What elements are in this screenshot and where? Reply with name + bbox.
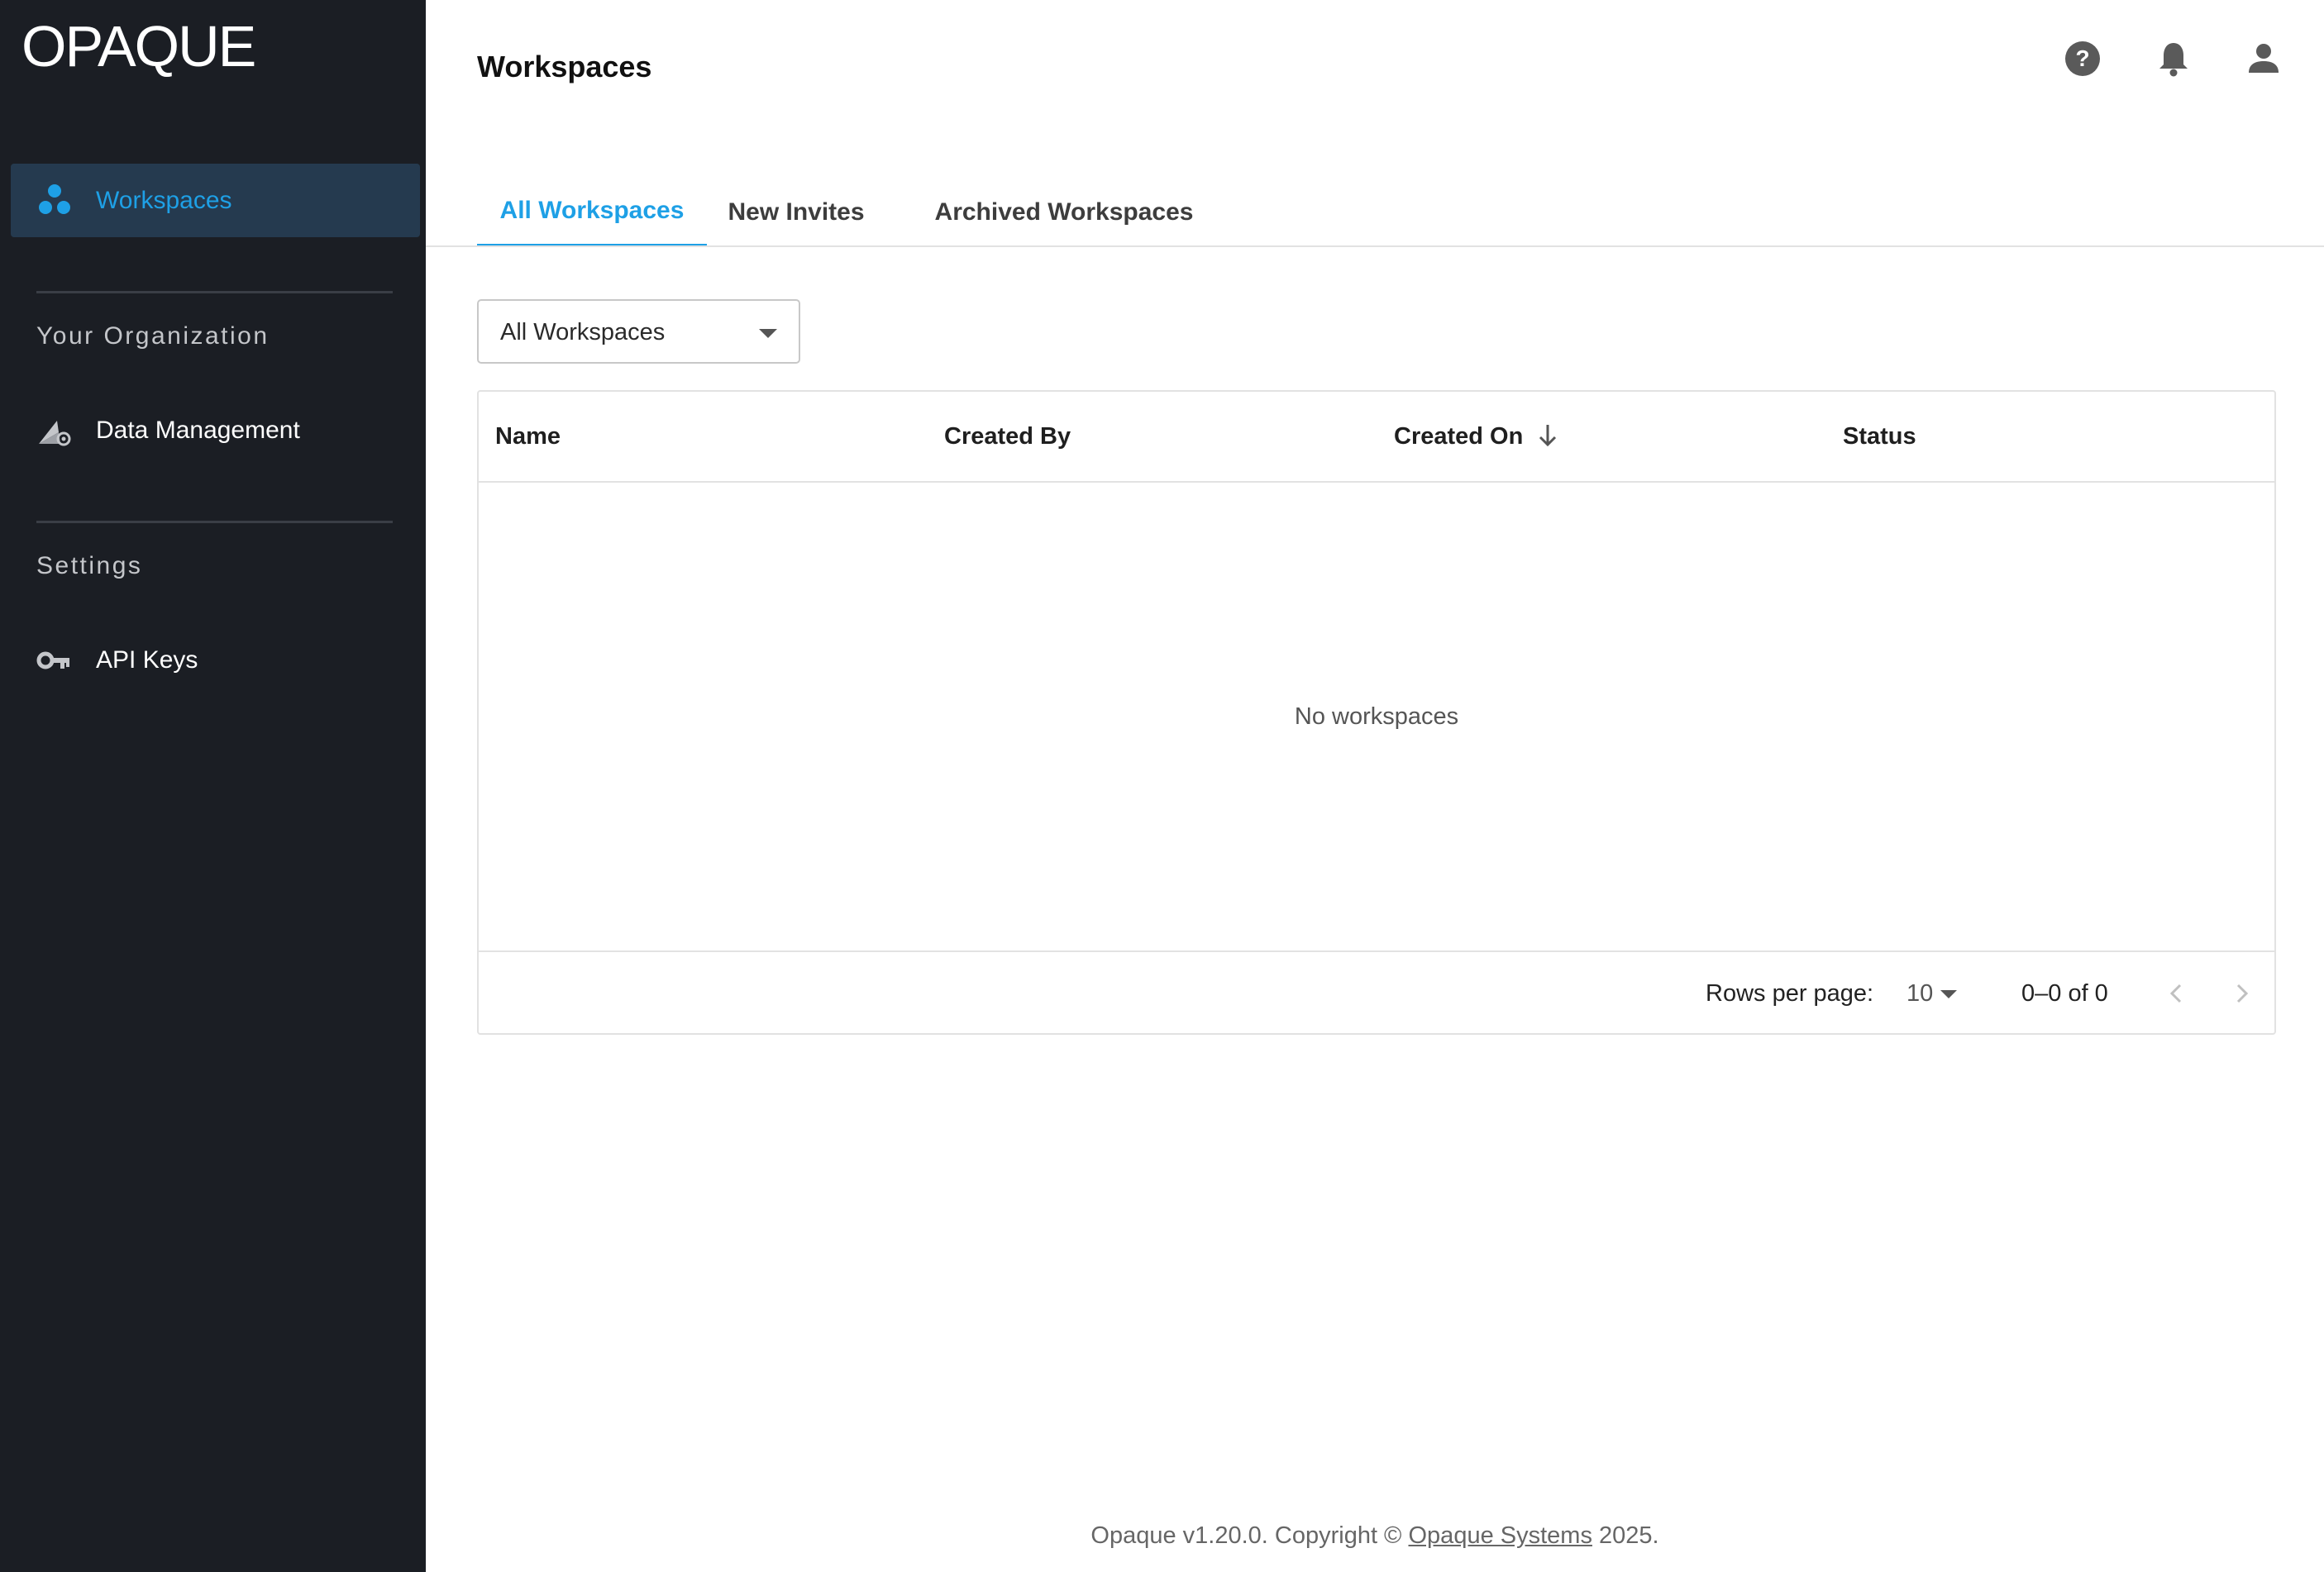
rows-per-page-select[interactable]: 10: [1906, 980, 1933, 1008]
sidebar-item-api-keys[interactable]: API Keys: [11, 627, 420, 693]
bell-icon[interactable]: [2155, 40, 2193, 78]
column-header-name[interactable]: Name: [495, 423, 561, 450]
select-value: All Workspaces: [500, 319, 666, 345]
dropdown-arrow-icon[interactable]: [1940, 990, 1957, 998]
page-footer: Opaque v1.20.0. Copyright © Opaque Syste…: [426, 1522, 2324, 1550]
data-management-icon: [39, 421, 71, 446]
tab-archived-workspaces[interactable]: Archived Workspaces: [923, 178, 1205, 247]
sidebar-item-label: Workspaces: [96, 186, 232, 214]
svg-text:?: ?: [2075, 45, 2089, 71]
section-title-settings: Settings: [36, 552, 143, 579]
opaque-systems-link[interactable]: Opaque Systems: [1409, 1522, 1592, 1549]
sidebar-divider: [36, 521, 393, 523]
user-icon[interactable]: [2245, 40, 2283, 78]
pagination-range: 0–0 of 0: [2021, 980, 2108, 1007]
workspace-filter-select[interactable]: All Workspaces: [477, 299, 800, 364]
rows-per-page-label: Rows per page:: [1706, 980, 1874, 1007]
key-icon: [36, 651, 69, 669]
section-title-organization: Your Organization: [36, 322, 270, 350]
help-icon[interactable]: ?: [2064, 40, 2102, 78]
footer-text: Opaque v1.20.0. Copyright ©: [1090, 1522, 1409, 1549]
table-header: Name Created By Created On Status: [479, 392, 2274, 483]
tab-new-invites[interactable]: New Invites: [707, 178, 885, 247]
dropdown-arrow-icon: [759, 329, 777, 338]
sidebar-item-label: Data Management: [96, 417, 300, 444]
column-header-created-by[interactable]: Created By: [944, 423, 1071, 450]
tab-all-workspaces[interactable]: All Workspaces: [477, 178, 707, 247]
workspaces-dots-icon: [39, 184, 70, 214]
sidebar: OPAQUE Workspaces Your Organization Data…: [0, 0, 426, 1572]
opaque-logo[interactable]: OPAQUE: [21, 13, 256, 79]
sidebar-item-label: API Keys: [96, 646, 198, 674]
sort-descending-icon[interactable]: [1535, 422, 1560, 450]
table-pagination: Rows per page: 10 0–0 of 0: [479, 950, 2274, 1035]
page-title: Workspaces: [477, 50, 652, 83]
tabs-divider: [426, 245, 2324, 247]
column-header-created-on[interactable]: Created On: [1394, 423, 1523, 450]
column-header-status[interactable]: Status: [1843, 423, 1916, 450]
workspaces-table: Name Created By Created On Status No wor…: [477, 390, 2276, 1035]
sidebar-divider: [36, 291, 393, 293]
footer-year: 2025.: [1591, 1522, 1659, 1549]
next-page-icon[interactable]: [2225, 977, 2258, 1010]
empty-state-message: No workspaces: [1294, 703, 1459, 730]
previous-page-icon[interactable]: [2160, 977, 2193, 1010]
sidebar-item-workspaces[interactable]: Workspaces: [11, 164, 420, 237]
sidebar-item-data-management[interactable]: Data Management: [11, 398, 420, 464]
